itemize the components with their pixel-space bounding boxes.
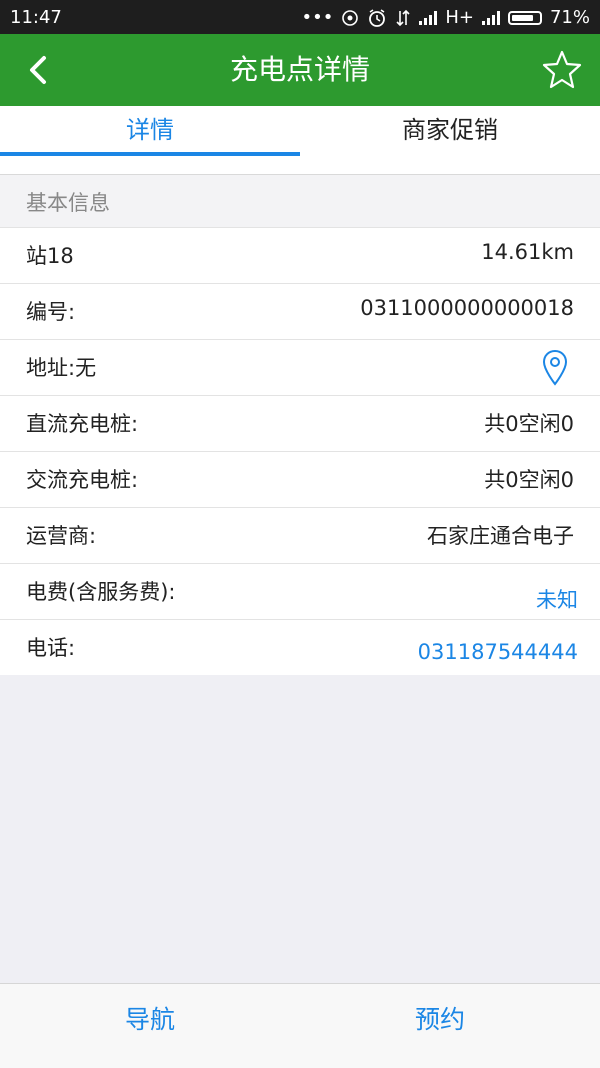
alarm-icon [369,8,386,27]
address-row: 地址:无 [0,339,600,395]
operator-label: 运营商: [26,524,97,548]
reserve-button[interactable]: 预约 [290,984,590,1068]
fee-value[interactable]: 未知 [536,584,578,614]
network-type: H+ [445,7,474,28]
station-row: 站18 14.61km [0,227,600,283]
battery-percent: 71% [549,7,590,28]
station-name: 站18 [26,244,74,268]
ac-charger-row: 交流充电桩: 共0空闲0 [0,451,600,507]
active-tab-indicator [0,152,300,156]
ac-value: 共0空闲0 [484,468,574,492]
tab-bar: 详情 商家促销 [0,106,600,175]
number-value: 0311000000000018 [360,296,574,320]
signal-icon-2 [481,10,500,25]
page-title: 充电点详情 [229,53,370,86]
phone-row: 电话: 031187544444 [0,619,600,675]
location-pin-icon[interactable] [542,349,568,387]
hotspot-icon [342,9,359,26]
fee-label: 电费(含服务费): [26,580,176,604]
operator-value: 石家庄通合电子 [427,524,574,548]
section-title: 基本信息 [26,191,110,215]
star-outline-icon[interactable] [540,48,584,92]
navigate-button[interactable]: 导航 [0,984,300,1068]
signal-icon [419,10,438,25]
fee-row: 电费(含服务费): 未知 [0,563,600,619]
tab-details[interactable]: 详情 [0,106,300,174]
data-transfer-icon [396,9,410,26]
number-row: 编号: 0311000000000018 [0,283,600,339]
phone-label: 电话: [26,636,76,660]
section-header: 基本信息 [0,175,600,227]
more-dots-icon: ••• [301,7,334,28]
address-label: 地址:无 [26,356,97,380]
tab-promotions[interactable]: 商家促销 [300,106,600,174]
dc-charger-row: 直流充电桩: 共0空闲0 [0,395,600,451]
battery-icon [507,10,542,25]
dc-value: 共0空闲0 [484,412,574,436]
status-bar: 11:47 ••• H+ 71% [0,0,600,34]
detail-list: 站18 14.61km 编号: 0311000000000018 地址:无 直流… [0,227,600,675]
dc-label: 直流充电桩: [26,412,139,436]
status-icons: ••• H+ 71% [302,7,591,28]
bottom-action-bar: 导航 预约 [0,983,600,1068]
number-label: 编号: [26,300,76,324]
phone-link[interactable]: 031187544444 [418,640,578,664]
status-time: 11:47 [10,7,62,28]
operator-row: 运营商: 石家庄通合电子 [0,507,600,563]
station-distance: 14.61km [481,240,574,264]
header-bar: 充电点详情 [0,34,600,106]
ac-label: 交流充电桩: [26,468,139,492]
